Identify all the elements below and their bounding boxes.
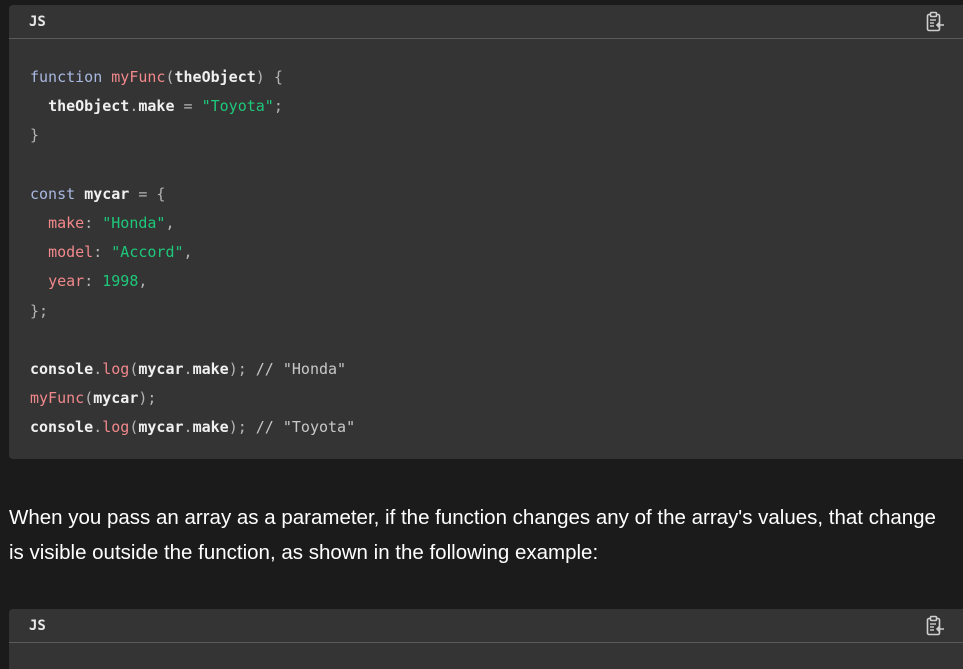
code-token: : [84, 272, 103, 291]
code-token: ); [228, 418, 256, 437]
code-token: "Toyota" [201, 97, 274, 116]
code-token: // "Toyota" [255, 418, 356, 437]
code-token: mycar [138, 359, 184, 378]
code-token: , [138, 272, 148, 291]
code-token: make [138, 97, 175, 116]
code-token: log [102, 418, 130, 437]
code-token: myFunc [111, 68, 166, 86]
code-content[interactable]: function myFunc(theObject) { theObject.m… [9, 39, 963, 442]
code-token: make [192, 418, 229, 437]
language-label: JS [29, 618, 46, 634]
code-token: "Honda" [102, 213, 166, 232]
code-token: // "Honda" [255, 359, 347, 378]
code-token: theObject [174, 68, 256, 86]
code-token: = [174, 97, 202, 116]
code-line: year: 1998, [30, 267, 963, 296]
code-line: } [30, 121, 963, 150]
code-line: console.log(mycar.make); // "Toyota" [30, 413, 963, 442]
code-token: = { [129, 184, 166, 203]
code-token: console [30, 359, 94, 378]
code-line: myFunc(mycar); [30, 384, 963, 413]
code-token: } [30, 126, 40, 145]
code-token: , [165, 213, 175, 232]
code-token: }; [30, 301, 49, 320]
code-token: function [30, 68, 103, 86]
code-token: make [48, 213, 85, 232]
code-token: mycar [84, 184, 130, 203]
code-token: . [183, 418, 193, 437]
code-token: "Accord" [111, 243, 184, 262]
code-token: ); [228, 359, 256, 378]
code-token: theObject [48, 97, 130, 116]
code-token: mycar [138, 418, 184, 437]
code-token: : [84, 213, 103, 232]
code-line: make: "Honda", [30, 209, 963, 238]
code-line: console.log(mycar.make); // "Honda" [30, 355, 963, 384]
code-block-header: JS [9, 609, 963, 643]
code-token: , [183, 243, 193, 262]
code-token: log [102, 359, 130, 378]
clipboard-copy-icon[interactable] [925, 11, 945, 33]
code-line: theObject.make = "Toyota"; [30, 92, 963, 121]
code-token: console [30, 418, 94, 437]
clipboard-copy-icon[interactable] [925, 615, 945, 637]
code-line: }; [30, 297, 963, 326]
code-token: . [93, 418, 103, 437]
code-token: : [93, 243, 112, 262]
code-block-header: JS [9, 5, 963, 39]
code-block-2: JS [9, 609, 963, 669]
code-token: ( [84, 389, 94, 408]
code-token: year [48, 272, 85, 291]
code-line: model: "Accord", [30, 238, 963, 267]
code-token: model [48, 243, 94, 262]
code-token: . [183, 359, 193, 378]
code-token: ; [273, 97, 283, 116]
code-token: mycar [93, 389, 139, 408]
code-token: make [192, 359, 229, 378]
code-line: const mycar = { [30, 180, 963, 209]
code-token: ) { [255, 68, 283, 86]
code-token: 1998 [102, 272, 139, 291]
code-line: function myFunc(theObject) { [30, 63, 963, 92]
paragraph-text: When you pass an array as a parameter, i… [9, 506, 936, 564]
code-token: ( [165, 68, 175, 86]
code-token: const [30, 184, 76, 203]
code-token: myFunc [30, 389, 85, 408]
language-label: JS [29, 14, 46, 30]
code-token: ); [138, 389, 157, 408]
code-block-1: JS function myFunc(theObject) { theObjec… [9, 5, 963, 459]
code-token: . [93, 359, 103, 378]
